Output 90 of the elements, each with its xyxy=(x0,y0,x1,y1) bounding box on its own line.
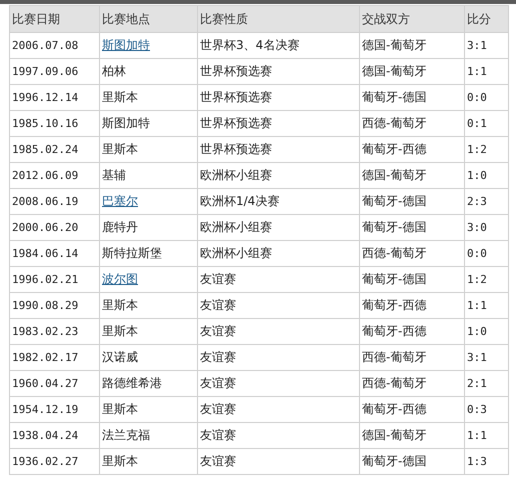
table-cell: 世界杯预选赛 xyxy=(198,136,360,162)
table-cell: 1985.10.16 xyxy=(10,110,100,136)
table-cell: 1936.02.27 xyxy=(10,448,100,474)
table-cell: 葡萄牙-德国 xyxy=(360,84,464,110)
table-cell: 西德-葡萄牙 xyxy=(360,370,464,396)
table-cell: 1:1 xyxy=(464,422,508,448)
table-cell: 1985.02.24 xyxy=(10,136,100,162)
table-cell: 西德-葡萄牙 xyxy=(360,110,464,136)
table-cell: 里斯本 xyxy=(100,84,198,110)
table-cell: 1:2 xyxy=(464,266,508,292)
table-cell: 友谊赛 xyxy=(198,448,360,474)
table-cell: 欧洲杯小组赛 xyxy=(198,214,360,240)
table-cell: 葡萄牙-德国 xyxy=(360,448,464,474)
table-cell: 葡萄牙-西德 xyxy=(360,292,464,318)
table-cell: 友谊赛 xyxy=(198,422,360,448)
table-cell: 0:0 xyxy=(464,84,508,110)
table-cell: 3:1 xyxy=(464,32,508,58)
column-header: 比赛性质 xyxy=(198,6,360,32)
table-cell: 葡萄牙-西德 xyxy=(360,396,464,422)
place-link[interactable]: 波尔图 xyxy=(102,272,138,286)
table-cell: 1954.12.19 xyxy=(10,396,100,422)
table-cell: 葡萄牙-德国 xyxy=(360,188,464,214)
table-cell: 1960.04.27 xyxy=(10,370,100,396)
table-cell: 1:0 xyxy=(464,162,508,188)
table-cell: 法兰克福 xyxy=(100,422,198,448)
table-cell: 西德-葡萄牙 xyxy=(360,240,464,266)
table-cell: 0:1 xyxy=(464,110,508,136)
table-cell: 欧洲杯小组赛 xyxy=(198,162,360,188)
table-cell: 里斯本 xyxy=(100,448,198,474)
table-cell: 2006.07.08 xyxy=(10,32,100,58)
table-cell: 1983.02.23 xyxy=(10,318,100,344)
table-cell: 欧洲杯1/4决赛 xyxy=(198,188,360,214)
table-cell: 1:1 xyxy=(464,292,508,318)
table-cell: 友谊赛 xyxy=(198,344,360,370)
table-cell: 1984.06.14 xyxy=(10,240,100,266)
table-cell: 德国-葡萄牙 xyxy=(360,422,464,448)
place-link[interactable]: 巴塞尔 xyxy=(102,194,138,208)
table-cell: 里斯本 xyxy=(100,136,198,162)
column-header: 比赛地点 xyxy=(100,6,198,32)
table-cell: 2:1 xyxy=(464,370,508,396)
table-cell: 1:1 xyxy=(464,58,508,84)
table-cell: 里斯本 xyxy=(100,396,198,422)
table-cell: 葡萄牙-德国 xyxy=(360,266,464,292)
table-cell: 鹿特丹 xyxy=(100,214,198,240)
table-cell: 斯图加特 xyxy=(100,110,198,136)
table-cell: 1990.08.29 xyxy=(10,292,100,318)
table-cell: 1:0 xyxy=(464,318,508,344)
column-header: 比赛日期 xyxy=(10,6,100,32)
table-cell: 德国-葡萄牙 xyxy=(360,32,464,58)
table-cell: 柏林 xyxy=(100,58,198,84)
table-cell: 葡萄牙-德国 xyxy=(360,214,464,240)
place-link[interactable]: 斯图加特 xyxy=(102,38,150,52)
table-cell: 2:3 xyxy=(464,188,508,214)
table-cell: 里斯本 xyxy=(100,318,198,344)
table-cell: 汉诺威 xyxy=(100,344,198,370)
table-cell: 1997.09.06 xyxy=(10,58,100,84)
table-cell: 3:1 xyxy=(464,344,508,370)
table-cell: 友谊赛 xyxy=(198,318,360,344)
table-cell: 德国-葡萄牙 xyxy=(360,58,464,84)
table-cell: 3:0 xyxy=(464,214,508,240)
table-cell: 1982.02.17 xyxy=(10,344,100,370)
table-cell: 2012.06.09 xyxy=(10,162,100,188)
table-cell: 葡萄牙-西德 xyxy=(360,318,464,344)
column-header: 比分 xyxy=(464,6,508,32)
table-cell: 友谊赛 xyxy=(198,292,360,318)
table-cell: 1:2 xyxy=(464,136,508,162)
table-cell: 0:0 xyxy=(464,240,508,266)
table-cell: 1938.04.24 xyxy=(10,422,100,448)
table-cell: 友谊赛 xyxy=(198,396,360,422)
table-cell: 西德-葡萄牙 xyxy=(360,344,464,370)
table-cell: 1996.12.14 xyxy=(10,84,100,110)
table-cell: 里斯本 xyxy=(100,292,198,318)
table-cell: 葡萄牙-西德 xyxy=(360,136,464,162)
table-cell: 0:3 xyxy=(464,396,508,422)
table-cell: 路德维希港 xyxy=(100,370,198,396)
table-cell: 友谊赛 xyxy=(198,370,360,396)
table-cell: 世界杯预选赛 xyxy=(198,58,360,84)
column-header: 交战双方 xyxy=(360,6,464,32)
table-cell: 2000.06.20 xyxy=(10,214,100,240)
table-cell: 世界杯3、4名决赛 xyxy=(198,32,360,58)
table-cell: 基辅 xyxy=(100,162,198,188)
table-cell: 欧洲杯小组赛 xyxy=(198,240,360,266)
table-cell: 斯特拉斯堡 xyxy=(100,240,198,266)
table-cell: 世界杯预选赛 xyxy=(198,110,360,136)
table-cell: 1:3 xyxy=(464,448,508,474)
table-cell: 1996.02.21 xyxy=(10,266,100,292)
table-cell: 友谊赛 xyxy=(198,266,360,292)
table-cell: 德国-葡萄牙 xyxy=(360,162,464,188)
table-cell: 世界杯预选赛 xyxy=(198,84,360,110)
table-cell: 2008.06.19 xyxy=(10,188,100,214)
